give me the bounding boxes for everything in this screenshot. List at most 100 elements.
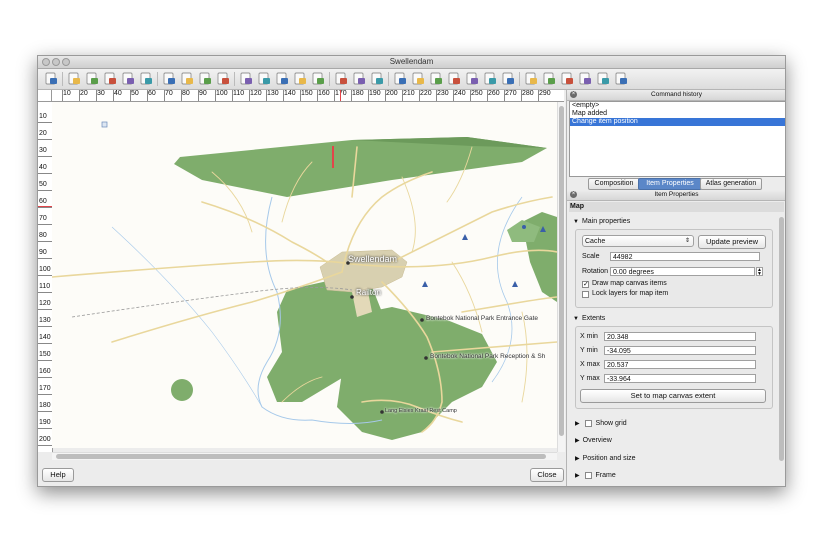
add-map-icon[interactable] (352, 72, 366, 85)
ruler-label: 140 (284, 90, 296, 97)
add-table-icon[interactable] (483, 72, 497, 85)
group-icon[interactable] (560, 72, 574, 85)
xmax-input[interactable]: 20.537 (604, 360, 756, 369)
canvas-horizontal-scrollbar[interactable] (52, 452, 557, 460)
print-icon[interactable] (162, 72, 176, 85)
lock-layers-checkbox[interactable] (582, 291, 589, 298)
ruler-tick (38, 360, 52, 361)
ruler-label: 20 (39, 130, 47, 137)
history-item-selected[interactable]: Change item position (570, 118, 785, 126)
add-label-icon[interactable] (393, 72, 407, 85)
ruler-label: 130 (267, 90, 279, 97)
update-preview-button[interactable]: Update preview (698, 235, 766, 249)
refresh-icon[interactable] (334, 72, 348, 85)
xmin-input[interactable]: 20.348 (604, 332, 756, 341)
history-item[interactable]: <empty> (570, 102, 785, 110)
tab-atlas-generation[interactable]: Atlas generation (700, 178, 762, 190)
ruler-label: 270 (505, 90, 517, 97)
scale-input[interactable]: 44982 (610, 252, 760, 261)
show-grid-toggle[interactable]: ▶ Show grid (575, 420, 627, 427)
add-html-icon[interactable] (501, 72, 515, 85)
move-content-icon[interactable] (542, 72, 556, 85)
tab-item-properties[interactable]: Item Properties (638, 178, 702, 190)
lock-icon[interactable] (596, 72, 610, 85)
history-item[interactable]: Map added (570, 110, 785, 118)
composer-manager-icon[interactable] (103, 72, 117, 85)
add-shape-icon[interactable] (447, 72, 461, 85)
ruler-label: 10 (39, 113, 47, 120)
export-pdf-icon[interactable] (216, 72, 230, 85)
map-label-entrance-gate: Bontebok National Park Entrance Gate (426, 315, 539, 322)
horizontal-scroll-thumb[interactable] (56, 454, 546, 459)
toolbar (38, 69, 785, 90)
collapsed-triangle-icon: ▶ (575, 438, 580, 444)
save-icon[interactable] (44, 72, 58, 85)
ruler-label: 110 (233, 90, 245, 97)
rotation-input[interactable]: 0.00 degrees (610, 267, 755, 276)
position-size-toggle[interactable]: ▶ Position and size (575, 455, 636, 462)
zoom-in-icon[interactable] (293, 72, 307, 85)
ruler-tick (38, 173, 52, 174)
ruler-tick (38, 343, 52, 344)
zoom-out-icon[interactable] (311, 72, 325, 85)
xmax-label: X max (580, 361, 600, 368)
add-legend-icon[interactable] (411, 72, 425, 85)
export-image-icon[interactable] (180, 72, 194, 85)
select-move-icon[interactable] (524, 72, 538, 85)
ruler-label: 160 (39, 368, 51, 375)
undo-icon[interactable] (239, 72, 253, 85)
ruler-label: 140 (39, 334, 51, 341)
add-arrow-icon[interactable] (465, 72, 479, 85)
composer-canvas[interactable]: Swellendam Railton Bontebok National Par… (52, 102, 557, 448)
ruler-label: 190 (39, 419, 51, 426)
overview-toggle[interactable]: ▶ Overview (575, 437, 612, 444)
ruler-label: 110 (39, 283, 51, 290)
ruler-label: 290 (539, 90, 551, 97)
xmin-label: X min (580, 333, 598, 340)
zoom-full-icon[interactable] (275, 72, 289, 85)
open-template-icon[interactable] (121, 72, 135, 85)
ruler-tick (38, 445, 52, 446)
align-icon[interactable] (614, 72, 628, 85)
duplicate-composer-icon[interactable] (85, 72, 99, 85)
canvas-vertical-scrollbar[interactable] (557, 102, 565, 452)
ymax-input[interactable]: -33.964 (604, 374, 756, 383)
rotation-label: Rotation (582, 268, 609, 275)
set-to-canvas-extent-button[interactable]: Set to map canvas extent (580, 389, 766, 403)
ungroup-icon[interactable] (578, 72, 592, 85)
tab-composition[interactable]: Composition (588, 178, 640, 190)
ruler-label: 40 (39, 164, 47, 171)
close-dock-icon[interactable]: × (570, 91, 577, 98)
add-image-icon[interactable] (370, 72, 384, 85)
command-history-list[interactable]: <empty> Map added Change item position (569, 101, 785, 177)
extents-toggle[interactable]: ▼ Extents (573, 315, 605, 322)
main-properties-group: Cache ⇕ Update preview Scale 44982 Rotat… (575, 229, 773, 308)
rotation-stepper[interactable]: ▲ ▼ (756, 267, 763, 277)
main-properties-toggle[interactable]: ▼ Main properties (573, 218, 630, 225)
ymin-input[interactable]: -34.095 (604, 346, 756, 355)
map-item[interactable] (52, 102, 557, 448)
frame-checkbox[interactable] (584, 472, 592, 479)
add-scalebar-icon[interactable] (429, 72, 443, 85)
collapsed-triangle-icon: ▶ (575, 421, 580, 428)
frame-toggle[interactable]: ▶ Frame (575, 472, 616, 479)
properties-scrollbar[interactable] (779, 217, 784, 461)
help-button[interactable]: Help (42, 468, 74, 482)
export-svg-icon[interactable] (198, 72, 212, 85)
ruler-position-marker (340, 90, 341, 101)
ruler-label: 50 (39, 181, 47, 188)
ymax-label: Y max (580, 375, 600, 382)
item-properties-panel: Map ▼ Main properties Cache ⇕ Update prev… (569, 202, 784, 484)
close-button[interactable]: Close (530, 468, 564, 482)
vertical-scroll-thumb[interactable] (559, 106, 564, 436)
redo-icon[interactable] (257, 72, 271, 85)
new-composer-icon[interactable] (67, 72, 81, 85)
save-template-icon[interactable] (139, 72, 153, 85)
ruler-label: 100 (216, 90, 228, 97)
draw-canvas-items-checkbox[interactable]: ✓ (582, 281, 589, 288)
ruler-label: 180 (352, 90, 364, 97)
ruler-label: 230 (437, 90, 449, 97)
show-grid-checkbox[interactable] (584, 420, 592, 427)
preview-mode-select[interactable]: Cache ⇕ (582, 235, 694, 247)
close-dock-icon[interactable]: × (570, 191, 577, 198)
